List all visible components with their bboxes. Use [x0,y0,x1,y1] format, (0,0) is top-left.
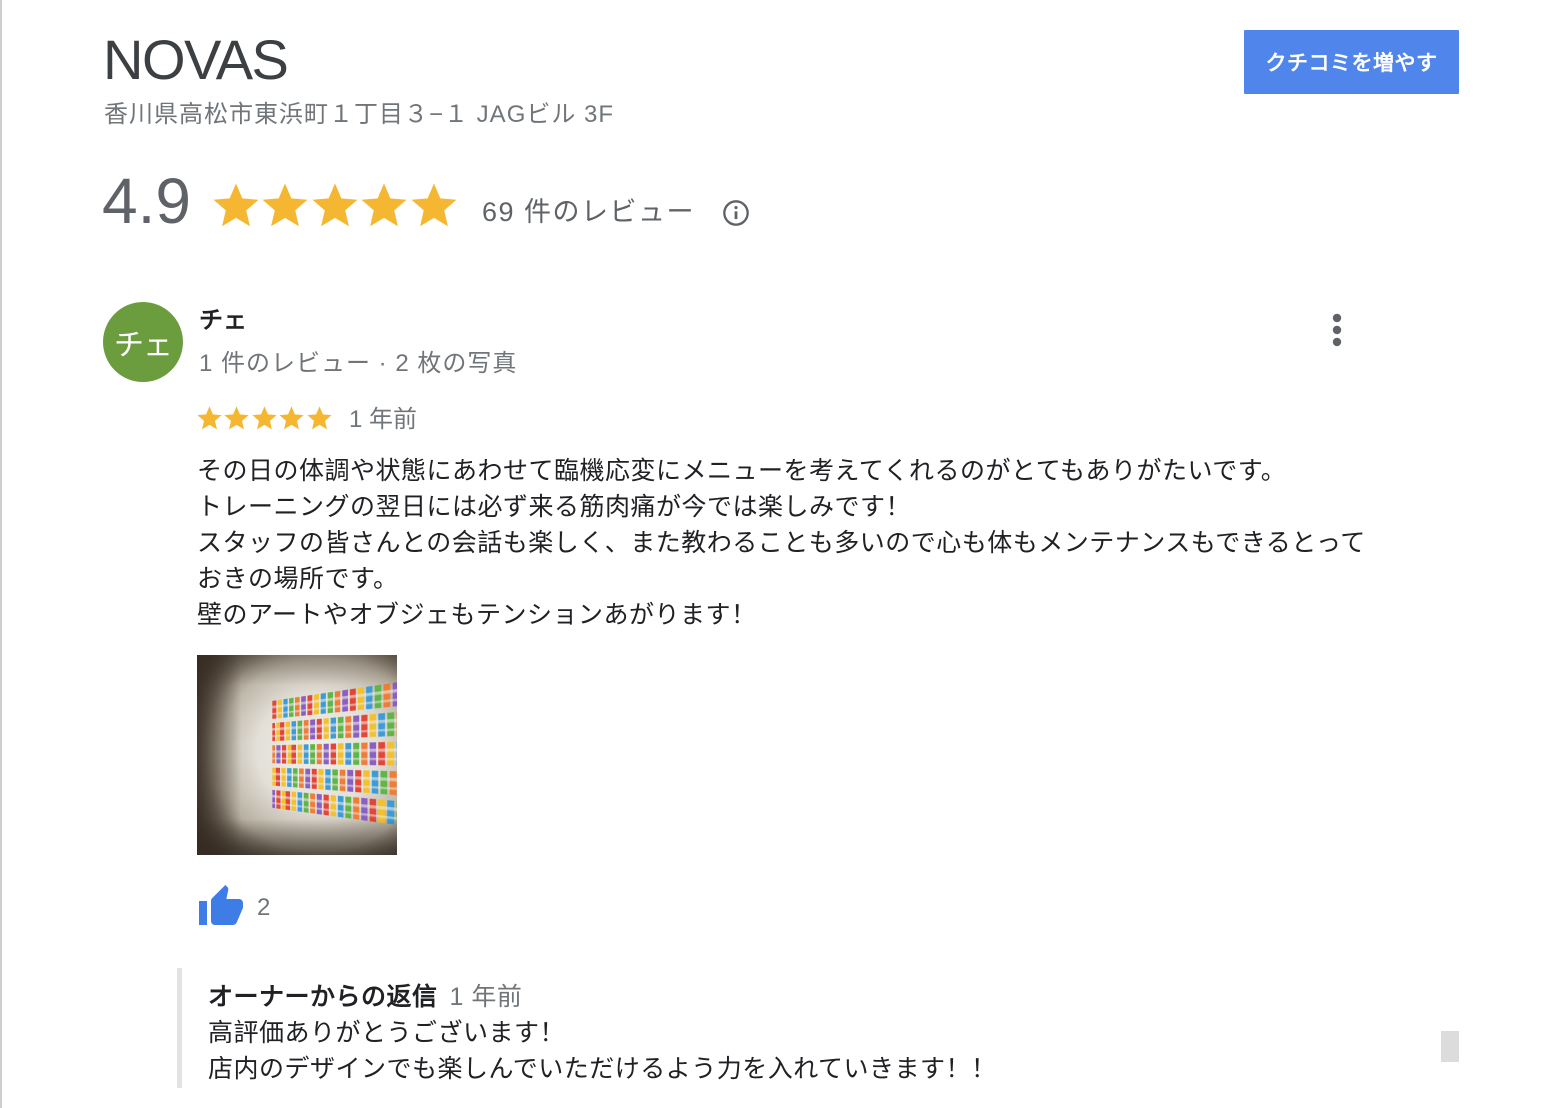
review-text-line: 壁のアートやオブジェもテンションあがります！ [197,597,1366,633]
photo-art-row [272,710,397,741]
rating-value: 4.9 [102,165,191,237]
review-count: 69 件のレビュー [482,194,695,230]
like-count: 2 [257,890,270,926]
star-icon [222,404,251,433]
more-vert-icon[interactable] [1331,312,1343,348]
review-time: 1 年前 [349,402,417,438]
rating-stars [209,179,457,233]
owner-reply-header: オーナーからの返信 1 年前 [208,979,997,1015]
owner-reply-bar [177,968,182,1088]
star-icon [250,404,279,433]
review-author-meta: 1 件のレビュー · 2 枚の写真 [199,346,517,382]
window-edge [0,0,2,1108]
thumb-up-icon[interactable] [197,883,245,931]
review-body: その日の体調や状態にあわせて臨機応変にメニューを考えてくれるのがとてもありがたい… [197,453,1366,633]
photo-art-row [272,741,397,766]
scrollbar-thumb[interactable] [1441,1031,1459,1062]
owner-reply-body: オーナーからの返信 1 年前 高評価ありがとうございます！ 店内のデザインでも楽し… [208,979,997,1087]
review-photo[interactable] [197,655,397,855]
star-icon [258,179,312,233]
photo-art-row [272,679,397,719]
owner-reply-label: オーナーからの返信 [208,983,438,1011]
info-icon[interactable] [722,199,750,227]
photo-art-row [272,768,397,797]
review-author[interactable]: チェ [199,303,247,339]
review-stars [195,404,333,433]
star-icon [195,404,224,433]
add-reviews-button[interactable]: クチコミを増やす [1244,30,1459,94]
review-text-line: トレーニングの翌日には必ず来る筋肉痛が今では楽しみです！ [197,489,1366,525]
review-text-line: その日の体調や状態にあわせて臨機応変にメニューを考えてくれるのがとてもありがたい… [197,453,1366,489]
star-icon [209,179,263,233]
owner-reply-line: 高評価ありがとうございます！ [208,1015,997,1051]
place-name: NOVAS [103,27,287,93]
review-text-line: おきの場所です。 [197,561,1366,597]
star-icon [277,404,306,433]
star-icon [308,179,362,233]
place-address: 香川県高松市東浜町１丁目３−１ JAGビル 3F [104,99,614,131]
photo-wall-art [272,679,397,834]
avatar[interactable]: チェ [103,302,183,382]
owner-reply-line: 店内のデザインでも楽しんでいただけるよう力を入れていきます！！ [208,1051,997,1087]
photo-art-row [272,790,397,828]
star-icon [407,179,461,233]
review-text-line: スタッフの皆さんとの会話も楽しく、また教わることも多いので心も体もメンテナンスも… [197,525,1366,561]
star-icon [305,404,334,433]
owner-reply-time: 1 年前 [450,983,523,1011]
star-icon [357,179,411,233]
